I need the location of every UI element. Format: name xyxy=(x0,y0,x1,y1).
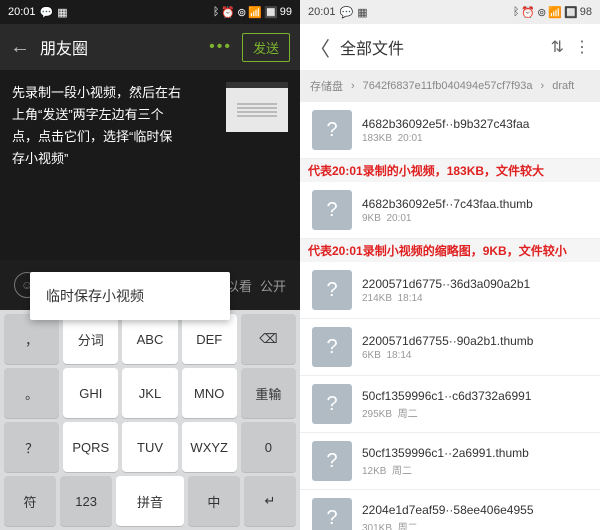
file-name: 50cf1359996c1··c6d3732a6991 xyxy=(362,389,588,403)
file-icon: ? xyxy=(312,384,352,424)
nav-bar-left: ← 朋友圈 ••• 发送 xyxy=(0,24,300,70)
nav-title: 全部文件 xyxy=(340,35,541,59)
file-icon: ? xyxy=(312,190,352,230)
key-mno[interactable]: MNO xyxy=(182,368,237,418)
annotation-2: 代表20:01录制小视频的缩略图，9KB，文件较小 xyxy=(300,239,600,262)
battery-icon: 🔲 xyxy=(264,6,278,19)
file-icon: ? xyxy=(312,327,352,367)
back-icon[interactable]: ← xyxy=(10,36,30,59)
crumb-0[interactable]: 存储盘 xyxy=(310,78,343,94)
context-menu-item[interactable]: 临时保存小视频 xyxy=(30,272,230,320)
battery-icon: 🔲 xyxy=(564,6,578,19)
nav-bar-right: 〈 全部文件 ⇅ ⋮ xyxy=(300,24,600,70)
note-icon: ▦ xyxy=(357,6,367,19)
file-list: ? 4682b36092e5f··b9b327c43faa 183KB 20:0… xyxy=(300,102,600,530)
status-time: 20:01 xyxy=(8,6,36,18)
file-row[interactable]: ? 4682b36092e5f··b9b327c43faa 183KB 20:0… xyxy=(300,102,600,159)
key-def[interactable]: DEF xyxy=(182,314,237,364)
file-icon: ? xyxy=(312,270,352,310)
file-name: 4682b36092e5f··7c43faa.thumb xyxy=(362,197,588,211)
key-pqrs[interactable]: PQRS xyxy=(63,422,118,472)
file-name: 2200571d67755··90a2b1.thumb xyxy=(362,334,588,348)
key-clear[interactable]: 重输 xyxy=(241,368,296,418)
more-icon[interactable]: ⋮ xyxy=(574,37,590,57)
status-bar-left: 20:01 💬 ▦ ᛒ ⏰ ⊚ 📶 🔲 99 xyxy=(0,0,300,24)
alarm-icon: ⏰ xyxy=(221,6,235,19)
file-icon: ? xyxy=(312,498,352,530)
annotation-1: 代表20:01录制的小视频，183KB，文件较大 xyxy=(300,159,600,182)
status-bar-right: 20:01 💬 ▦ ᛒ ⏰ ⊚ 📶 🔲 98 xyxy=(300,0,600,24)
video-thumbnail[interactable] xyxy=(226,82,288,132)
file-row[interactable]: ? 4682b36092e5f··7c43faa.thumb 9KB 20:01 xyxy=(300,182,600,239)
instruction-text: 先录制一段小视频，然后在右上角“发送”两字左边有三个点，点击它们，选择“临时保存… xyxy=(12,82,182,170)
key-zero[interactable]: 0 xyxy=(241,422,296,472)
kb-row-3: ？ PQRS TUV WXYZ 0 xyxy=(4,422,296,472)
key-abc[interactable]: ABC xyxy=(122,314,177,364)
note-icon: ▦ xyxy=(57,6,67,19)
crumb-1[interactable]: 7642f6837e11fb040494e57cf7f93a xyxy=(363,80,533,92)
bluetooth-icon: ᛒ xyxy=(213,6,220,18)
alarm-icon: ⏰ xyxy=(521,6,535,19)
file-name: 50cf1359996c1··2a6991.thumb xyxy=(362,446,588,460)
bluetooth-icon: ᛒ xyxy=(513,6,520,18)
compose-area: 先录制一段小视频，然后在右上角“发送”两字左边有三个点，点击它们，选择“临时保存… xyxy=(0,70,300,240)
kb-row-4: 符 123 拼音 中 ↵ xyxy=(4,476,296,526)
file-row[interactable]: ? 2200571d67755··90a2b1.thumb 6KB 18:14 xyxy=(300,319,600,376)
key-123[interactable]: 123 xyxy=(60,476,112,526)
kb-row-2: 。 GHI JKL MNO 重输 xyxy=(4,368,296,418)
wifi-icon: ⊚ xyxy=(237,6,246,19)
nav-title: 朋友圈 xyxy=(40,35,199,59)
wechat-screen: 20:01 💬 ▦ ᛒ ⏰ ⊚ 📶 🔲 99 ← 朋友圈 ••• 发送 先录制一… xyxy=(0,0,300,530)
key-period[interactable]: 。 xyxy=(4,368,59,418)
visibility-value: 公开 xyxy=(260,276,286,295)
battery-pct: 98 xyxy=(580,6,592,18)
key-ghi[interactable]: GHI xyxy=(63,368,118,418)
key-lang[interactable]: 中 xyxy=(188,476,240,526)
file-row[interactable]: ? 2204e1d7eaf59··58ee406e4955 301KB 周二 xyxy=(300,490,600,530)
keyboard: ， 分词 ABC DEF ⌫ 。 GHI JKL MNO 重输 ？ PQRS T… xyxy=(0,310,300,530)
wifi-icon: ⊚ xyxy=(537,6,546,19)
kb-row-1: ， 分词 ABC DEF ⌫ xyxy=(4,314,296,364)
battery-pct: 99 xyxy=(280,6,292,18)
back-icon[interactable]: 〈 xyxy=(310,33,330,62)
chat-icon: 💬 xyxy=(40,6,54,19)
signal-icon: 📶 xyxy=(548,6,562,19)
key-question[interactable]: ？ xyxy=(4,422,59,472)
key-jkl[interactable]: JKL xyxy=(122,368,177,418)
key-symbol[interactable]: 符 xyxy=(4,476,56,526)
chevron-right-icon: › xyxy=(351,80,355,92)
chat-icon: 💬 xyxy=(340,6,354,19)
key-space[interactable]: 拼音 xyxy=(116,476,184,526)
crumb-2[interactable]: draft xyxy=(552,80,574,92)
status-time: 20:01 xyxy=(308,6,336,18)
breadcrumb[interactable]: 存储盘 › 7642f6837e11fb040494e57cf7f93a › dra… xyxy=(300,70,600,102)
file-row[interactable]: ? 50cf1359996c1··2a6991.thumb 12KB 周二 xyxy=(300,433,600,490)
file-icon: ? xyxy=(312,441,352,481)
key-wxyz[interactable]: WXYZ xyxy=(182,422,237,472)
key-backspace[interactable]: ⌫ xyxy=(241,314,296,364)
file-icon: ? xyxy=(312,110,352,150)
chevron-right-icon: › xyxy=(541,80,545,92)
signal-icon: 📶 xyxy=(248,6,262,19)
file-name: 4682b36092e5f··b9b327c43faa xyxy=(362,117,588,131)
file-name: 2200571d6775··36d3a090a2b1 xyxy=(362,277,588,291)
file-manager-screen: 20:01 💬 ▦ ᛒ ⏰ ⊚ 📶 🔲 98 〈 全部文件 ⇅ ⋮ 存储盘 › 7… xyxy=(300,0,600,530)
key-comma[interactable]: ， xyxy=(4,314,59,364)
sort-icon[interactable]: ⇅ xyxy=(551,37,564,57)
more-dots-button[interactable]: ••• xyxy=(209,38,232,56)
file-name: 2204e1d7eaf59··58ee406e4955 xyxy=(362,503,588,517)
key-tuv[interactable]: TUV xyxy=(122,422,177,472)
key-fenci[interactable]: 分词 xyxy=(63,314,118,364)
send-button[interactable]: 发送 xyxy=(242,33,290,62)
file-row[interactable]: ? 50cf1359996c1··c6d3732a6991 295KB 周二 xyxy=(300,376,600,433)
key-enter[interactable]: ↵ xyxy=(244,476,296,526)
file-row[interactable]: ? 2200571d6775··36d3a090a2b1 214KB 18:14 xyxy=(300,262,600,319)
